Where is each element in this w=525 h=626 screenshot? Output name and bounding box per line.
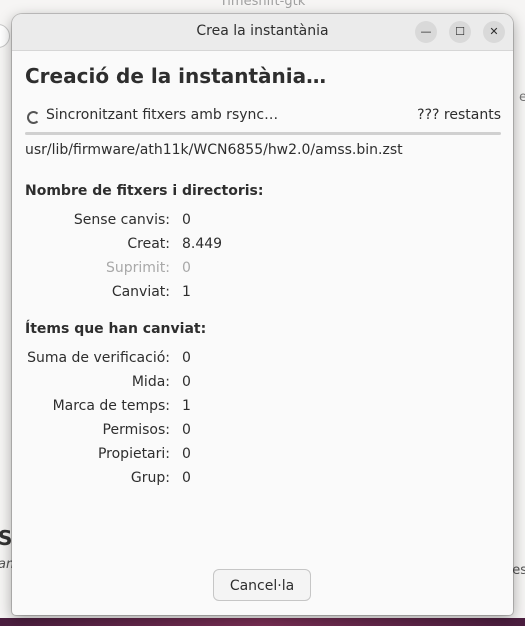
- changed-value: 0: [182, 374, 191, 390]
- changed-label: Propietari:: [97, 446, 170, 462]
- count-row-changed: Canviat: 1: [12, 284, 513, 304]
- dialog-title: Crea la instantània: [196, 23, 329, 39]
- status-row: Sincronitzant fitxers amb rsync… ??? res…: [25, 107, 501, 127]
- changed-label: Grup:: [130, 470, 170, 486]
- changed-row-permissions: Permisos: 0: [12, 422, 513, 442]
- cancel-button[interactable]: Cancel·la: [213, 569, 311, 601]
- changed-section-title: Ítems que han canviat:: [25, 321, 207, 337]
- counts-section-title: Nombre de fitxers i directoris:: [25, 183, 264, 199]
- close-button[interactable]: ✕: [483, 21, 505, 43]
- minimize-icon: —: [420, 25, 432, 38]
- changed-row-checksum: Suma de verificació: 0: [12, 350, 513, 370]
- changed-value: 0: [182, 350, 191, 366]
- changed-label: Permisos:: [102, 422, 170, 438]
- maximize-icon: ☐: [455, 25, 465, 38]
- snapshot-dialog: Crea la instantània — ☐ ✕ Creació de la …: [12, 14, 513, 615]
- desktop-background: [0, 618, 525, 626]
- progress-bar: [25, 132, 501, 135]
- changed-value: 0: [182, 446, 191, 462]
- count-row-unchanged: Sense canvis: 0: [12, 212, 513, 232]
- count-label: Creat:: [127, 236, 170, 252]
- changed-value: 0: [182, 470, 191, 486]
- time-remaining: ??? restants: [417, 107, 501, 123]
- count-value: 0: [182, 212, 191, 228]
- close-icon: ✕: [489, 25, 499, 38]
- minimize-button[interactable]: —: [415, 21, 437, 43]
- changed-label: Mida:: [131, 374, 170, 390]
- count-value: 1: [182, 284, 191, 300]
- changed-row-owner: Propietari: 0: [12, 446, 513, 466]
- changed-row-timestamp: Marca de temps: 1: [12, 398, 513, 418]
- changed-value: 1: [182, 398, 191, 414]
- changed-label: Suma de verificació:: [27, 350, 170, 366]
- count-label: Sense canvis:: [73, 212, 170, 228]
- count-label: Canviat:: [111, 284, 170, 300]
- count-value: 0: [182, 260, 191, 276]
- background-right-text: e: [519, 90, 525, 105]
- count-row-created: Creat: 8.449: [12, 236, 513, 256]
- page-title: Creació de la instantània…: [25, 64, 327, 88]
- dialog-titlebar[interactable]: Crea la instantània — ☐ ✕: [12, 14, 513, 51]
- status-text: Sincronitzant fitxers amb rsync…: [46, 107, 279, 123]
- current-file-path: usr/lib/firmware/ath11k/WCN6855/hw2.0/am…: [25, 142, 403, 158]
- changed-row-group: Grup: 0: [12, 470, 513, 490]
- count-row-deleted: Suprimit: 0: [12, 260, 513, 280]
- background-window-title: Timeshift-gtk: [219, 0, 306, 9]
- count-label: Suprimit:: [105, 260, 170, 276]
- changed-label: Marca de temps:: [52, 398, 170, 414]
- changed-value: 0: [182, 422, 191, 438]
- maximize-button[interactable]: ☐: [449, 21, 471, 43]
- count-value: 8.449: [182, 236, 223, 252]
- spinner-icon: [27, 111, 40, 124]
- background-left-button: [0, 24, 10, 48]
- changed-row-size: Mida: 0: [12, 374, 513, 394]
- background-right-text-bottom: es: [512, 563, 525, 578]
